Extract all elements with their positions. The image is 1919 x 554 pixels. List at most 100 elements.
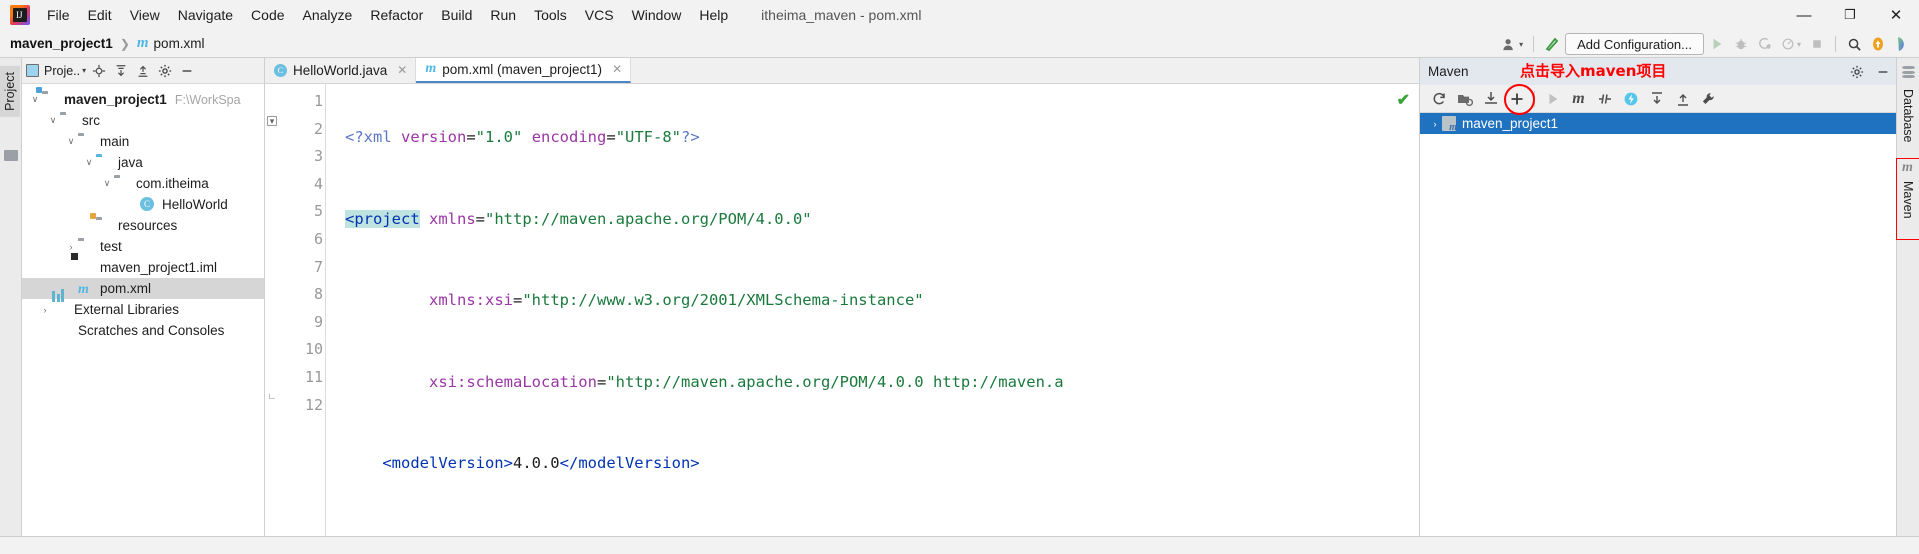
menu-tools[interactable]: Tools	[525, 4, 576, 26]
fold-end-icon[interactable]: ∟	[267, 392, 277, 402]
add-configuration-button[interactable]: Add Configuration...	[1565, 33, 1704, 55]
menu-analyze[interactable]: Analyze	[294, 4, 362, 26]
menu-navigate[interactable]: Navigate	[169, 4, 242, 26]
chevron-down-icon[interactable]: ∨	[64, 136, 78, 147]
close-icon[interactable]: ✕	[397, 63, 407, 77]
expand-all-icon[interactable]	[1644, 87, 1669, 110]
line-number: 8	[265, 281, 333, 309]
project-panel-title[interactable]: Proje.. ▾	[26, 64, 86, 78]
line-number: 1	[265, 88, 333, 116]
ide-window: IJ File Edit View Navigate Code Analyze …	[0, 0, 1919, 554]
close-icon[interactable]: ✕	[612, 62, 622, 76]
tree-node-com-itheima[interactable]: ∨ com.itheima	[22, 173, 264, 194]
ide-icon[interactable]	[1891, 33, 1913, 55]
toggle-skip-tests-icon[interactable]	[1592, 87, 1617, 110]
code-content[interactable]: <?xml version="1.0" encoding="UTF-8"?> <…	[333, 84, 1419, 536]
code-token: =	[606, 128, 615, 146]
chevron-down-icon[interactable]: ∨	[46, 115, 60, 126]
hide-panel-icon[interactable]	[1873, 62, 1892, 81]
menu-run[interactable]: Run	[481, 4, 525, 26]
profile-icon[interactable]: ▾	[1778, 33, 1804, 55]
tree-node-resources[interactable]: resources	[22, 215, 264, 236]
locate-icon[interactable]	[89, 61, 108, 80]
add-maven-project-icon[interactable]	[1504, 87, 1529, 110]
settings-icon[interactable]	[1847, 62, 1866, 81]
chevron-down-icon[interactable]: ∨	[100, 178, 114, 189]
maven-tree-row-maven-project1[interactable]: › maven_project1	[1420, 113, 1896, 134]
chevron-right-icon[interactable]: ›	[38, 305, 52, 315]
tab-pom-xml[interactable]: m pom.xml (maven_project1) ✕	[416, 57, 631, 83]
structure-folder-icon[interactable]	[4, 150, 18, 161]
breadcrumb-project[interactable]: maven_project1	[10, 36, 113, 51]
tree-node-helloworld[interactable]: C HelloWorld	[22, 194, 264, 215]
chevron-down-icon: ▾	[82, 66, 86, 75]
coverage-icon[interactable]	[1754, 33, 1776, 55]
chevron-right-icon[interactable]: ›	[1428, 119, 1442, 129]
tree-node-main[interactable]: ∨ main	[22, 131, 264, 152]
menu-edit[interactable]: Edit	[79, 4, 121, 26]
project-tree: ∨ maven_project1 F:\WorkSpa ∨ src ∨ main	[22, 84, 264, 341]
close-button[interactable]: ✕	[1873, 0, 1919, 30]
menu-file[interactable]: File	[38, 4, 79, 26]
sidebar-item-database[interactable]: Database	[1897, 84, 1919, 148]
navbar-toolbar: ▾ Add Configuration... ▾	[1499, 30, 1913, 58]
tree-node-test[interactable]: › test	[22, 236, 264, 257]
download-sources-icon[interactable]	[1478, 87, 1503, 110]
source-folder-icon	[96, 155, 113, 170]
toggle-offline-icon[interactable]	[1618, 87, 1643, 110]
maven-panel: Maven 点击导入maven项目	[1419, 58, 1896, 536]
breadcrumb-file[interactable]: pom.xml	[154, 36, 205, 51]
inspection-status-icon[interactable]: ✔	[1397, 90, 1410, 110]
breadcrumb-separator-icon: ❯	[120, 37, 130, 51]
execute-goal-icon[interactable]: m	[1566, 87, 1591, 110]
chevron-right-icon[interactable]: ›	[64, 242, 78, 252]
code-token: <?xml	[345, 128, 401, 146]
menu-refactor[interactable]: Refactor	[361, 4, 432, 26]
status-bar	[0, 536, 1919, 554]
menu-vcs[interactable]: VCS	[576, 4, 623, 26]
menu-window[interactable]: Window	[623, 4, 691, 26]
tree-node-maven-project1[interactable]: ∨ maven_project1 F:\WorkSpa	[22, 89, 264, 110]
menu-view[interactable]: View	[121, 4, 169, 26]
reload-icon[interactable]	[1426, 87, 1451, 110]
tree-label: maven_project1	[64, 92, 167, 107]
chevron-down-icon[interactable]: ∨	[28, 94, 42, 105]
update-icon[interactable]	[1867, 33, 1889, 55]
menu-build[interactable]: Build	[432, 4, 481, 26]
menu-code[interactable]: Code	[242, 4, 293, 26]
sidebar-item-project[interactable]: Project	[0, 66, 20, 117]
build-icon[interactable]	[1541, 33, 1563, 55]
maven-panel-title: Maven	[1428, 64, 1469, 79]
settings-icon[interactable]	[155, 61, 174, 80]
menu-help[interactable]: Help	[690, 4, 737, 26]
hide-panel-icon[interactable]	[177, 61, 196, 80]
tree-node-external-libraries[interactable]: › External Libraries	[22, 299, 264, 320]
minimize-button[interactable]: —	[1781, 0, 1827, 30]
sidebar-item-maven[interactable]: Maven	[1896, 158, 1919, 240]
add-managed-files-icon[interactable]	[1452, 87, 1477, 110]
run-icon[interactable]	[1540, 87, 1565, 110]
tree-node-scratches[interactable]: Scratches and Consoles	[22, 320, 264, 341]
fold-marker-icon[interactable]: ▾	[267, 116, 277, 126]
tab-helloworld-java[interactable]: C HelloWorld.java ✕	[265, 57, 416, 83]
expand-all-icon[interactable]	[111, 61, 130, 80]
main-body: Project Proje.. ▾	[0, 58, 1919, 536]
debug-icon[interactable]	[1730, 33, 1752, 55]
settings-icon[interactable]	[1696, 87, 1721, 110]
maven-toolbar-divider	[1534, 91, 1535, 107]
maven-file-icon: m	[78, 281, 95, 296]
maximize-icon: ❐	[1844, 7, 1856, 23]
collapse-all-icon[interactable]	[133, 61, 152, 80]
tree-node-java[interactable]: ∨ java	[22, 152, 264, 173]
run-icon[interactable]	[1706, 33, 1728, 55]
folder-icon	[60, 113, 77, 128]
tree-node-src[interactable]: ∨ src	[22, 110, 264, 131]
user-icon[interactable]: ▾	[1499, 33, 1526, 55]
chevron-down-icon[interactable]: ∨	[82, 157, 96, 168]
collapse-all-icon[interactable]	[1670, 87, 1695, 110]
maximize-button[interactable]: ❐	[1827, 0, 1873, 30]
stop-icon[interactable]	[1806, 33, 1828, 55]
search-icon[interactable]	[1843, 33, 1865, 55]
tree-node-iml[interactable]: maven_project1.iml	[22, 257, 264, 278]
menu-tools-label: Tools	[534, 7, 567, 23]
